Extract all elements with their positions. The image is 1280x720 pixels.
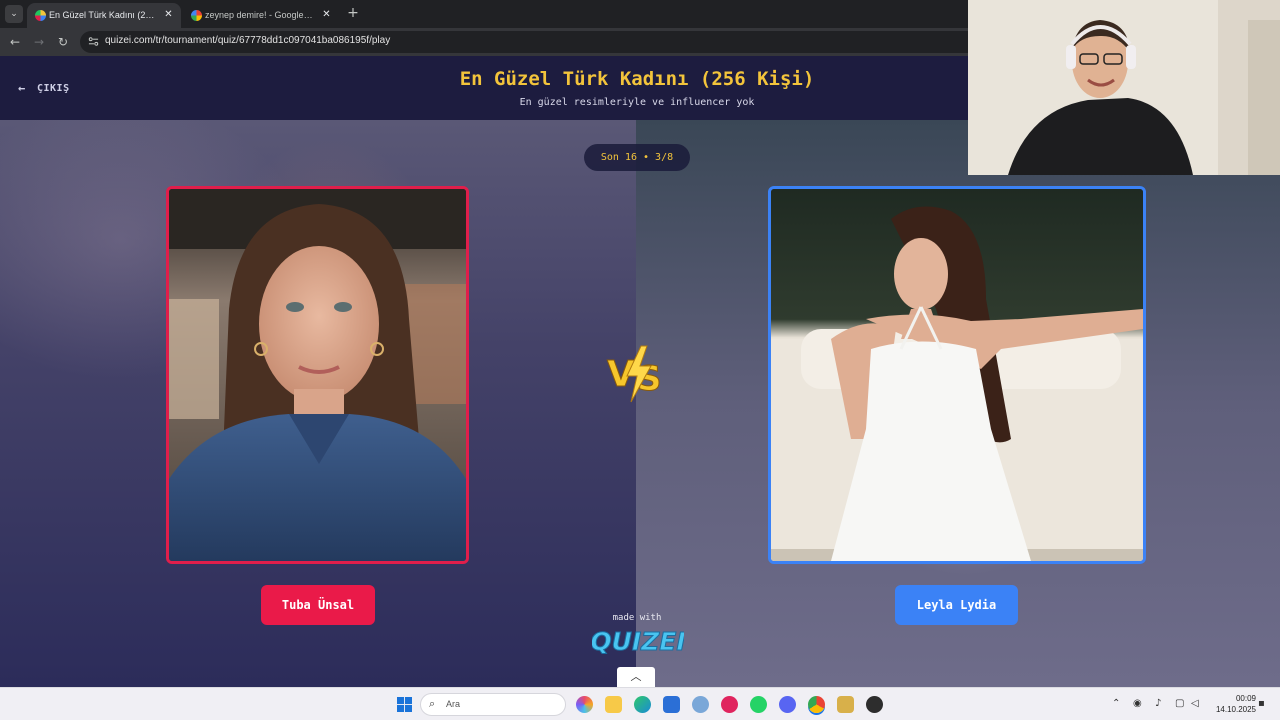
clock-date: 14.10.2025 [1215,705,1256,714]
site-settings-icon[interactable] [88,36,99,47]
contestant-card-left[interactable] [166,186,469,564]
quizei-logo[interactable]: QUIZEI [592,623,684,657]
versus-lightning-icon: V S [607,345,662,403]
svg-text:QUIZEI: QUIZEI [592,627,684,656]
search-icon: ⌕ [429,697,436,710]
scroll-up-chevron-icon[interactable]: ︿ [617,667,655,687]
contestant-name-button-right[interactable]: Leyla Lydia [895,585,1018,625]
quizei-favicon-icon [35,10,46,21]
copilot-icon[interactable] [576,696,593,713]
whatsapp-icon[interactable] [750,696,767,713]
windows-taskbar: ⌕ Ara ⌃ ◉ ♪ ▢ ◁ 00:09 14.10.2025 ▪ [0,687,1280,720]
google-favicon-icon [191,10,202,21]
clock-time: 00:09 [1235,694,1256,703]
wifi-icon[interactable]: ▢ [1175,698,1184,709]
recorder-icon[interactable] [866,696,883,713]
chrome-icon[interactable] [808,696,825,713]
tab-title: zeynep demire! - Google'da Ara [205,10,313,20]
tray-network-icon[interactable]: ◉ [1133,698,1142,709]
discord-icon[interactable] [779,696,796,713]
contestant-name-button-left[interactable]: Tuba Ünsal [261,585,375,625]
windows-start-icon[interactable] [397,697,412,712]
webcam-overlay [968,0,1280,175]
made-with-label: made with [612,613,662,623]
taskbar-clock[interactable]: 00:09 14.10.2025 [1204,693,1256,715]
tab-close-icon[interactable]: ✕ [320,8,333,21]
arrow-left-icon: ← [18,81,26,95]
tray-overflow-chevron-icon[interactable]: ⌃ [1112,698,1120,709]
microphone-icon[interactable]: ♪ [1155,698,1161,709]
tab-google-search[interactable]: zeynep demire! - Google'da Ara ✕ [183,3,339,28]
url-text: quizei.com/tr/tournament/quiz/67778dd1c0… [105,35,391,46]
volume-icon[interactable]: ◁ [1191,698,1199,709]
round-indicator: Son 16 • 3/8 [584,144,690,171]
back-arrow-icon[interactable]: ← [6,33,24,51]
forward-arrow-icon[interactable]: → [30,33,48,51]
edge-icon[interactable] [634,696,651,713]
contestant-card-right[interactable] [768,186,1146,564]
tab-close-icon[interactable]: ✕ [162,8,175,21]
taskbar-search-input[interactable]: ⌕ Ara [420,693,566,716]
tab-quiz[interactable]: En Güzel Türk Kadını (256 Kişi) ✕ [27,3,181,28]
notification-icon[interactable]: ▪ [1258,698,1265,709]
exit-label: ÇIKIŞ [37,83,70,94]
reload-icon[interactable]: ↻ [54,33,72,51]
tab-title: En Güzel Türk Kadını (256 Kişi) [49,10,157,20]
contestant-photo-right [771,189,1143,561]
game-launcher-icon[interactable] [837,696,854,713]
quiz-subtitle: En güzel resimleriyle ve influencer yok [519,97,755,108]
contestant-photo-left [169,189,466,561]
settings-gear-icon[interactable] [692,696,709,713]
search-placeholder: Ara [446,699,461,709]
quiz-title: En Güzel Türk Kadını (256 Kişi) [459,68,815,90]
new-tab-button[interactable]: + [344,4,362,22]
tab-search-chevron-icon[interactable]: ⌄ [5,5,23,23]
store-icon[interactable] [663,696,680,713]
file-explorer-icon[interactable] [605,696,622,713]
media-player-icon[interactable] [721,696,738,713]
